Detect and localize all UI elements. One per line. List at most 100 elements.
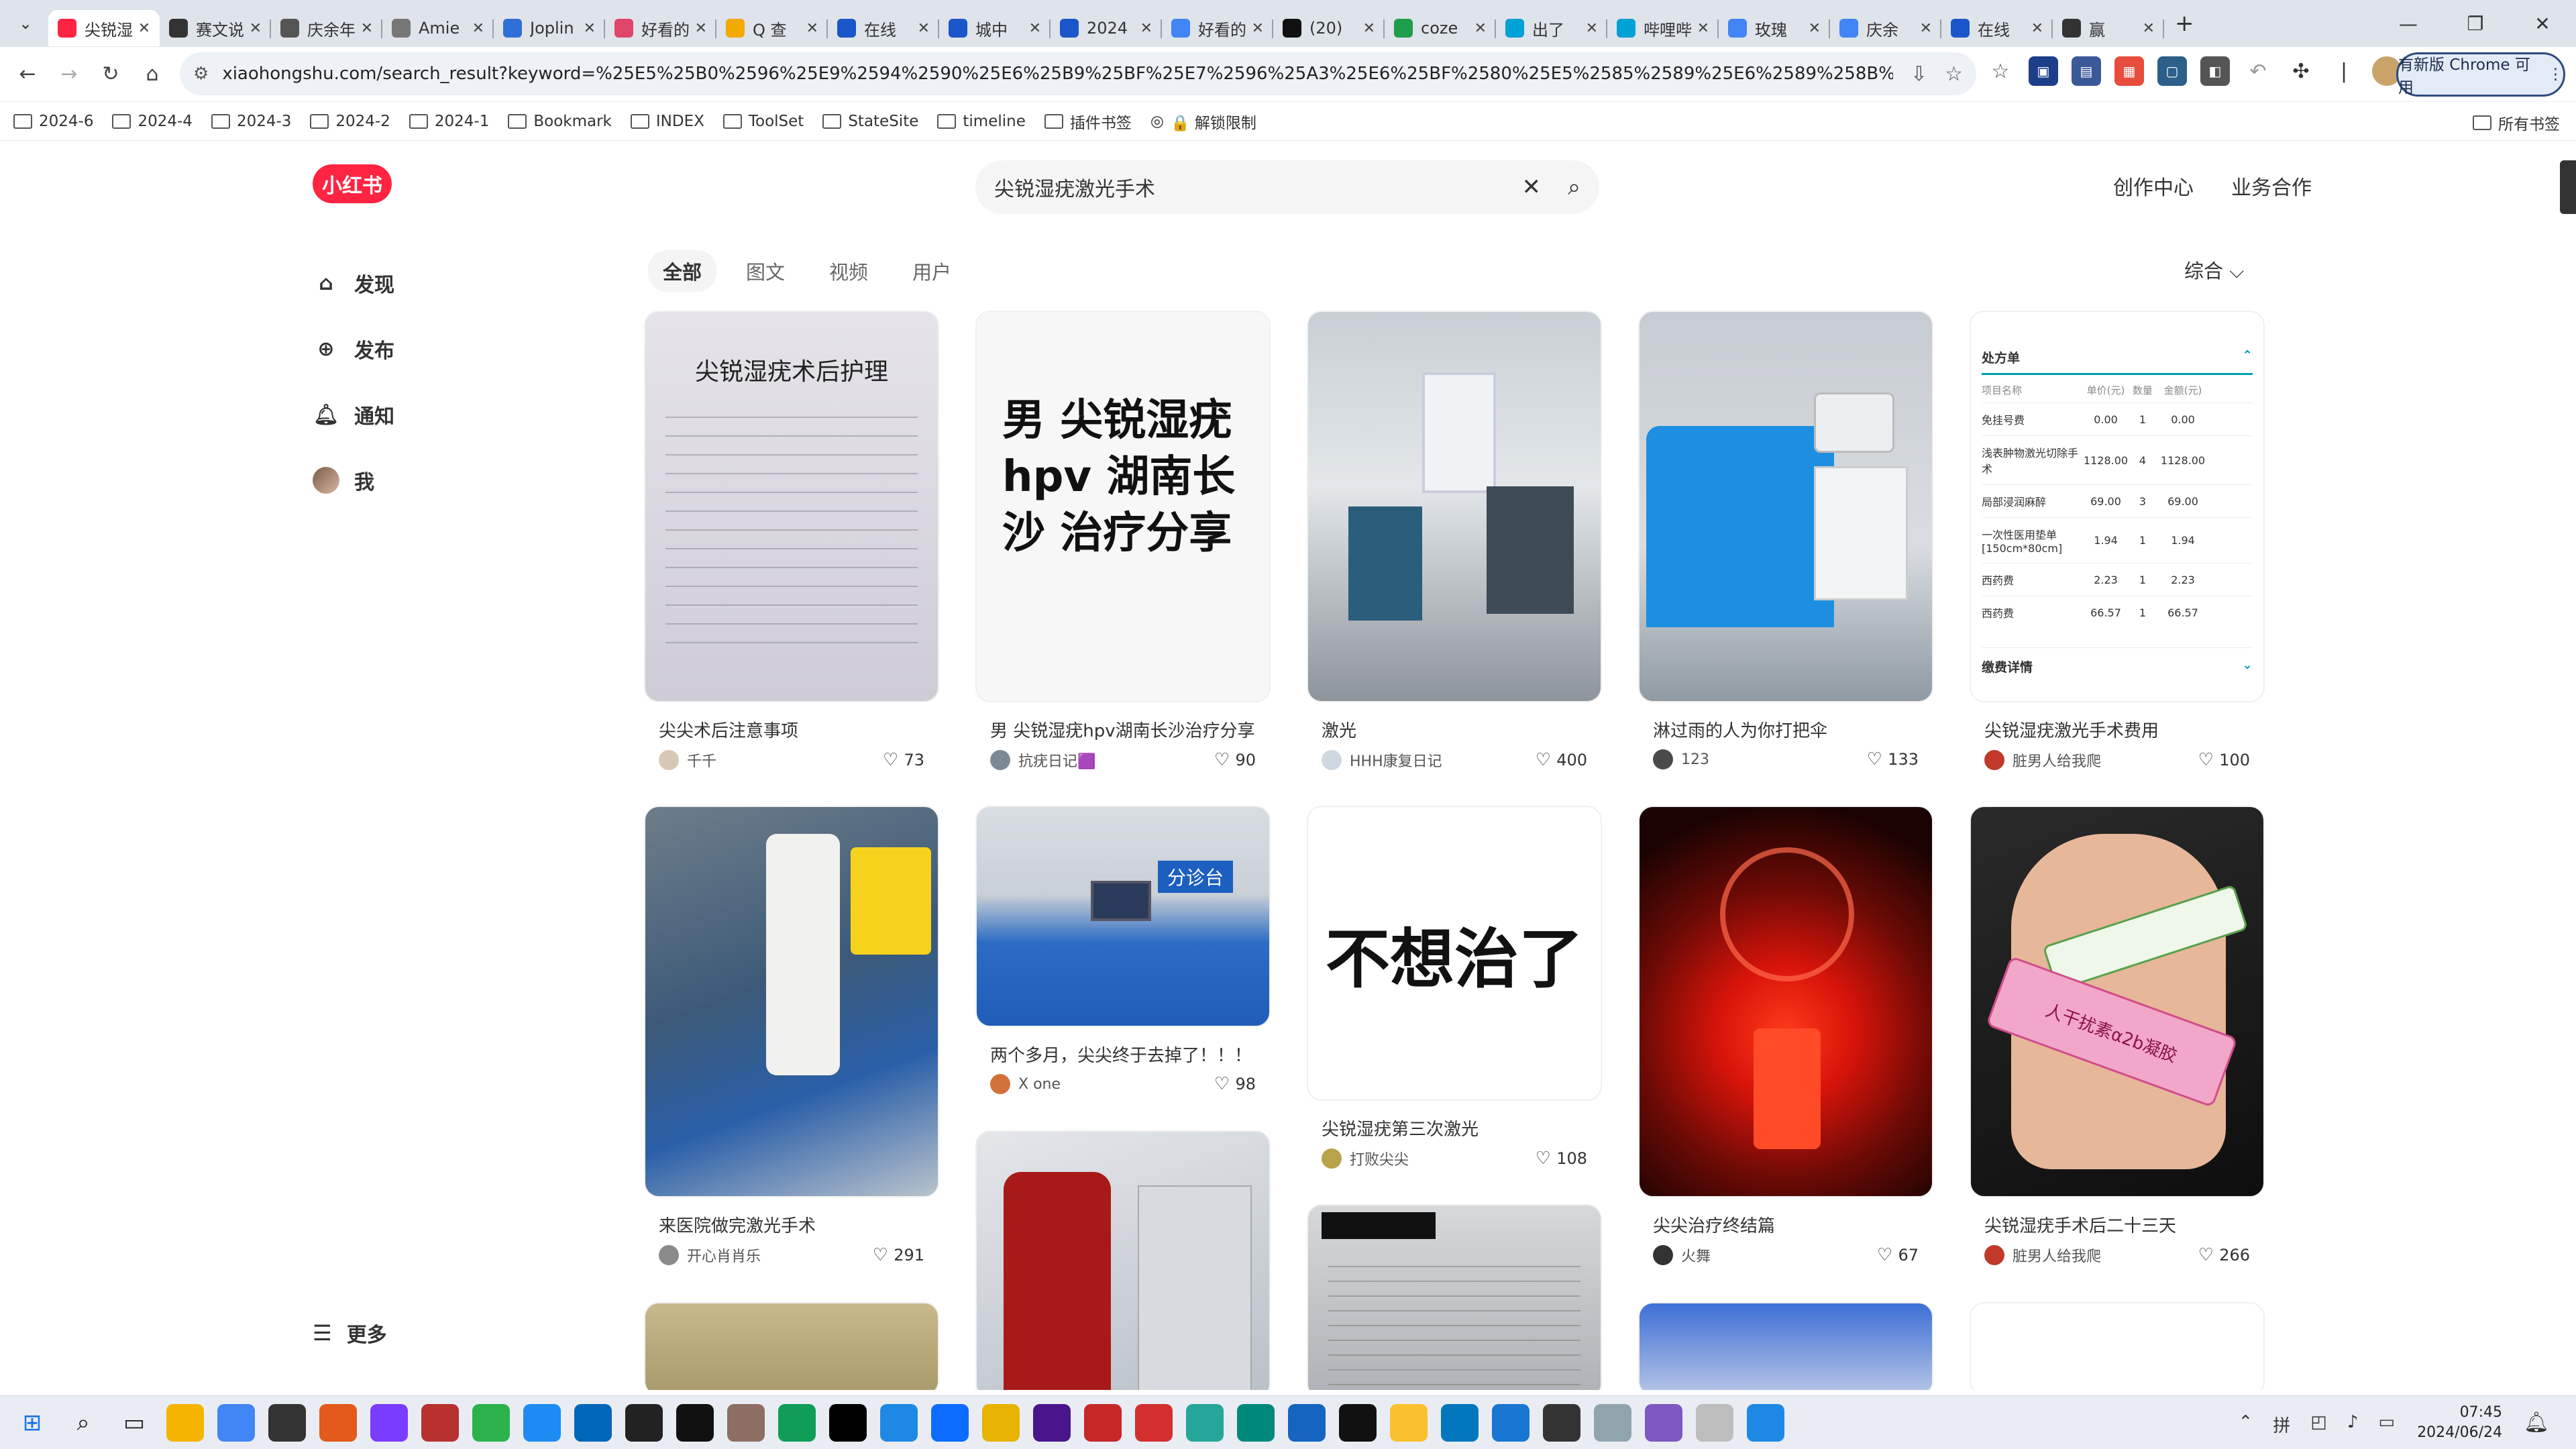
close-tab-icon[interactable]: ✕ — [361, 20, 373, 37]
more-button[interactable]: ☰ 更多 — [313, 1318, 387, 1348]
sort-dropdown[interactable]: 综合 ⌵ — [2184, 256, 2244, 284]
author-name[interactable]: X one — [1018, 1076, 1214, 1093]
app-icon[interactable] — [472, 1403, 510, 1442]
like-count[interactable]: 90 — [1214, 750, 1256, 770]
like-count[interactable]: 100 — [2198, 750, 2250, 770]
vscode-icon[interactable] — [625, 1403, 663, 1442]
close-tab-icon[interactable]: ✕ — [1809, 20, 1821, 37]
address-bar[interactable]: ⚙ xiaohongshu.com/search_result?keyword=… — [180, 52, 1976, 95]
note-title[interactable]: 淋过雨的人为你打把伞 — [1653, 717, 1919, 740]
app-icon[interactable] — [1033, 1403, 1071, 1442]
close-tab-icon[interactable]: ✕ — [250, 20, 262, 37]
search-box[interactable]: 尖锐湿疣激光手术 ✕ ⌕ — [975, 160, 1599, 214]
payment-details[interactable]: 缴费详情 ⌄ — [1982, 647, 2253, 676]
close-window-button[interactable]: ✕ — [2509, 13, 2576, 35]
file-explorer-icon[interactable] — [217, 1403, 255, 1442]
browser-tab[interactable]: 庆余年 ✕ — [271, 10, 382, 46]
browser-tab[interactable]: 好看的 ✕ — [605, 10, 716, 46]
app-icon[interactable] — [421, 1403, 459, 1442]
author-avatar[interactable] — [990, 750, 1010, 770]
note-title[interactable]: 尖锐湿疣激光手术费用 — [1984, 717, 2250, 740]
app-icon[interactable] — [1441, 1403, 1479, 1442]
sidebar-item-discover[interactable]: ⌂ 发现 — [313, 250, 394, 316]
note-cover[interactable] — [1307, 311, 1602, 702]
new-tab-button[interactable]: + — [2175, 10, 2194, 37]
browser-tab[interactable]: 哔哩哔 ✕ — [1607, 10, 1719, 46]
note-cover[interactable] — [1638, 806, 1933, 1197]
chevron-up-icon[interactable]: ⌃ — [2238, 1412, 2253, 1437]
app-icon[interactable] — [1339, 1403, 1377, 1442]
close-tab-icon[interactable]: ✕ — [1252, 20, 1264, 37]
note-cover[interactable] — [1970, 1302, 2265, 1390]
browser-tab[interactable]: 在线 ✕ — [1941, 10, 2053, 46]
tab-image-text[interactable]: 图文 — [731, 250, 800, 292]
bookmark-item[interactable]: 2024-4 — [112, 110, 193, 133]
note-card[interactable]: 激光 HHH康复日记400 — [1307, 311, 1602, 771]
note-title[interactable]: 两个多月，尖尖终于去掉了！！！ — [990, 1042, 1256, 1065]
app-icon[interactable] — [1594, 1403, 1631, 1442]
extension-icon[interactable]: ▢ — [2157, 56, 2187, 86]
install-icon[interactable]: ⇩ — [1911, 62, 1927, 86]
app-icon[interactable] — [1696, 1403, 1733, 1442]
note-cover[interactable]: 男 尖锐湿疣 hpv 湖南长沙 治疗分享 — [975, 311, 1271, 702]
extension-icon[interactable]: ◧ — [2200, 56, 2230, 86]
note-title[interactable]: 激光 — [1322, 717, 1587, 740]
note-cover[interactable]: 不想治了 — [1307, 806, 1602, 1101]
browser-tab[interactable]: 城中 ✕ — [939, 10, 1051, 46]
browser-tab[interactable]: 2024 ✕ — [1051, 10, 1162, 46]
note-card[interactable] — [1638, 1302, 1933, 1390]
close-tab-icon[interactable]: ✕ — [1474, 20, 1487, 37]
feedback-tab[interactable] — [2560, 160, 2576, 214]
author-name[interactable]: 脏男人给我爬 — [2012, 749, 2198, 771]
note-cover[interactable] — [1638, 1302, 1933, 1390]
app-icon[interactable] — [1084, 1403, 1122, 1442]
extension-icon[interactable]: ▦ — [2114, 56, 2144, 86]
task-view-icon[interactable]: ▭ — [115, 1404, 153, 1442]
chrome-icon[interactable] — [268, 1403, 306, 1442]
note-cover[interactable] — [1307, 1204, 1602, 1390]
star-icon[interactable]: ☆ — [1986, 56, 2015, 86]
note-cover[interactable] — [1638, 311, 1933, 702]
note-cover[interactable]: 分诊台 — [975, 806, 1271, 1027]
close-tab-icon[interactable]: ✕ — [695, 20, 707, 37]
author-avatar[interactable] — [1984, 750, 2004, 770]
bookmark-item[interactable]: 2024-6 — [13, 110, 93, 133]
bookmark-item[interactable]: timeline — [937, 110, 1026, 133]
author-avatar[interactable] — [1322, 750, 1342, 770]
bookmark-item[interactable]: ◎ 🔒 解锁限制 — [1150, 110, 1256, 133]
browser-tab[interactable]: 出了 ✕ — [1496, 10, 1607, 46]
close-tab-icon[interactable]: ✕ — [1920, 20, 1932, 37]
author-avatar[interactable] — [1653, 1245, 1673, 1265]
sidebar-item-me[interactable]: 我 — [313, 447, 394, 513]
author-name[interactable]: 123 — [1681, 751, 1867, 768]
note-card[interactable]: 人干扰素α2b凝胶 尖锐湿疣手术后二十三天 脏男人给我爬266 — [1970, 806, 2265, 1266]
chevron-up-icon[interactable]: ⌃ — [2242, 348, 2253, 366]
author-avatar[interactable] — [1984, 1245, 2004, 1265]
browser-tab[interactable]: 赛文说 ✕ — [160, 10, 271, 46]
note-card[interactable]: 男 尖锐湿疣 hpv 湖南长沙 治疗分享 男 尖锐湿疣hpv湖南长沙治疗分享 抗… — [975, 311, 1271, 771]
undo-icon[interactable]: ↶ — [2243, 56, 2273, 86]
brave-icon[interactable] — [370, 1403, 408, 1442]
bookmark-item[interactable]: StateSite — [822, 110, 918, 133]
app-icon[interactable] — [1390, 1403, 1428, 1442]
back-button[interactable]: ← — [7, 62, 48, 86]
app-icon[interactable] — [829, 1403, 867, 1442]
close-tab-icon[interactable]: ✕ — [2143, 20, 2155, 37]
bookmark-item[interactable]: Bookmark — [508, 110, 612, 133]
tab-video[interactable]: 视频 — [814, 250, 883, 292]
browser-tab[interactable]: Amie ✕ — [382, 10, 494, 46]
update-chrome-button[interactable]: 有新版 Chrome 可用 ⋮ — [2396, 52, 2565, 97]
tab-users[interactable]: 用户 — [898, 250, 966, 292]
browser-tab[interactable]: 在线 ✕ — [828, 10, 939, 46]
app-icon[interactable] — [982, 1403, 1020, 1442]
note-card[interactable] — [644, 1302, 939, 1390]
like-count[interactable]: 98 — [1214, 1074, 1256, 1094]
note-cover[interactable]: 处方单 ⌃ 项目名称 单价(元) 数量 金额(元) 免挂号费 0.00 1 0.00 浅表肿物激光… — [1970, 311, 2265, 702]
app-icon[interactable] — [574, 1403, 612, 1442]
close-tab-icon[interactable]: ✕ — [1697, 20, 1709, 37]
minimize-button[interactable]: — — [2375, 13, 2442, 35]
app-icon[interactable] — [1237, 1403, 1275, 1442]
note-title[interactable]: 男 尖锐湿疣hpv湖南长沙治疗分享 — [990, 717, 1256, 740]
wechat-icon[interactable] — [523, 1403, 561, 1442]
terminal-icon[interactable] — [319, 1403, 357, 1442]
